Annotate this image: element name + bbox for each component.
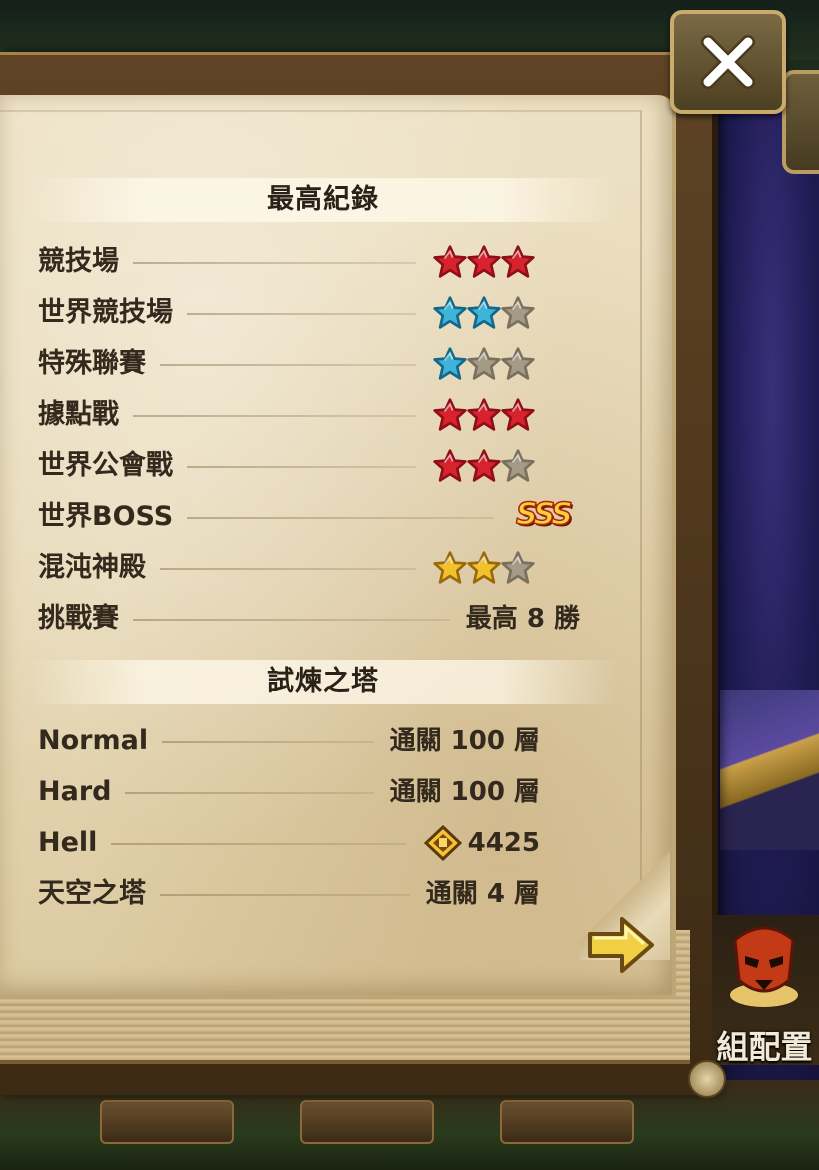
record-row-label: 競技場 <box>38 246 119 277</box>
tower-row-value: 4425 <box>467 828 540 858</box>
next-page-arrow-icon[interactable] <box>586 914 656 976</box>
record-row: 世界BOSS SSS <box>38 495 598 539</box>
record-row-label: 特殊聯賽 <box>38 348 146 379</box>
secondary-close-button[interactable] <box>782 70 819 174</box>
tower-row-label: Hell <box>38 827 98 858</box>
record-row: 世界競技場 <box>38 291 598 335</box>
star-rating <box>432 346 535 382</box>
star-icon <box>433 551 467 584</box>
star-icon <box>467 296 501 329</box>
trophy-gem-icon <box>423 825 462 861</box>
bottom-tab[interactable] <box>100 1100 234 1144</box>
tower-row: 天空之塔 通關 4 層 <box>38 872 598 916</box>
star-rating <box>432 397 535 433</box>
rank-badge: SSS <box>515 496 573 533</box>
dotted-leader-line <box>160 364 416 366</box>
star-icon <box>433 245 467 278</box>
record-row-label: 挑戰賽 <box>38 603 119 634</box>
star-icon <box>467 551 501 584</box>
dotted-leader-line <box>133 415 416 417</box>
tower-row-value: 通關 100 層 <box>389 777 540 807</box>
empty-star-icon <box>501 449 535 482</box>
record-row: 混沌神殿 <box>38 546 598 590</box>
background-scene-detail <box>720 690 819 850</box>
star-icon <box>433 347 467 380</box>
close-icon <box>701 35 755 89</box>
dotted-leader-line <box>125 792 374 794</box>
record-row-label: 混沌神殿 <box>38 552 146 583</box>
star-rating <box>432 550 535 586</box>
record-row-label: 世界BOSS <box>38 501 174 532</box>
star-rating <box>432 244 535 280</box>
bottom-tab[interactable] <box>300 1100 434 1144</box>
tower-row: Hell 4425 <box>38 821 598 865</box>
tower-row-value: 通關 100 層 <box>389 726 540 756</box>
dotted-leader-line <box>133 619 450 621</box>
close-button[interactable] <box>670 10 786 114</box>
record-row-label: 世界競技場 <box>38 297 173 328</box>
record-row-value: 最高 8 勝 <box>465 604 580 634</box>
star-icon <box>467 398 501 431</box>
empty-star-icon <box>501 296 535 329</box>
tower-section-title: 試煉之塔 <box>28 660 618 704</box>
empty-star-icon <box>501 347 535 380</box>
corner-ornament <box>688 1060 726 1098</box>
tower-row-label: Normal <box>38 725 149 756</box>
record-row: 據點戰 <box>38 393 598 437</box>
star-icon <box>467 449 501 482</box>
dotted-leader-line <box>187 313 416 315</box>
bottom-tab[interactable] <box>500 1100 634 1144</box>
star-icon <box>433 449 467 482</box>
dotted-leader-line <box>187 466 416 468</box>
team-setup-label: 組配置 <box>716 1028 813 1066</box>
dotted-leader-line <box>160 894 410 896</box>
tower-row-label: Hard <box>38 776 112 807</box>
star-icon <box>433 296 467 329</box>
star-rating <box>432 448 535 484</box>
tower-row-value: 通關 4 層 <box>425 879 540 909</box>
star-icon <box>467 245 501 278</box>
dotted-leader-line <box>111 843 406 845</box>
record-row: 競技場 <box>38 240 598 284</box>
star-icon <box>501 398 535 431</box>
record-row: 特殊聯賽 <box>38 342 598 386</box>
star-rating <box>432 295 535 331</box>
dotted-leader-line <box>162 741 374 743</box>
star-icon <box>501 245 535 278</box>
record-row: 挑戰賽 最高 8 勝 <box>38 597 598 641</box>
mask-icon <box>730 926 798 1007</box>
record-row-label: 據點戰 <box>38 399 119 430</box>
empty-star-icon <box>501 551 535 584</box>
star-icon <box>433 398 467 431</box>
dotted-leader-line <box>160 568 416 570</box>
tower-row: Normal 通關 100 層 <box>38 719 598 763</box>
records-section-title: 最高紀錄 <box>28 178 618 222</box>
empty-star-icon <box>467 347 501 380</box>
tower-row-label: 天空之塔 <box>38 878 146 909</box>
dotted-leader-line <box>187 517 494 519</box>
record-row-label: 世界公會戰 <box>38 450 173 481</box>
record-row: 世界公會戰 <box>38 444 598 488</box>
dotted-leader-line <box>133 262 416 264</box>
tower-row: Hard 通關 100 層 <box>38 770 598 814</box>
